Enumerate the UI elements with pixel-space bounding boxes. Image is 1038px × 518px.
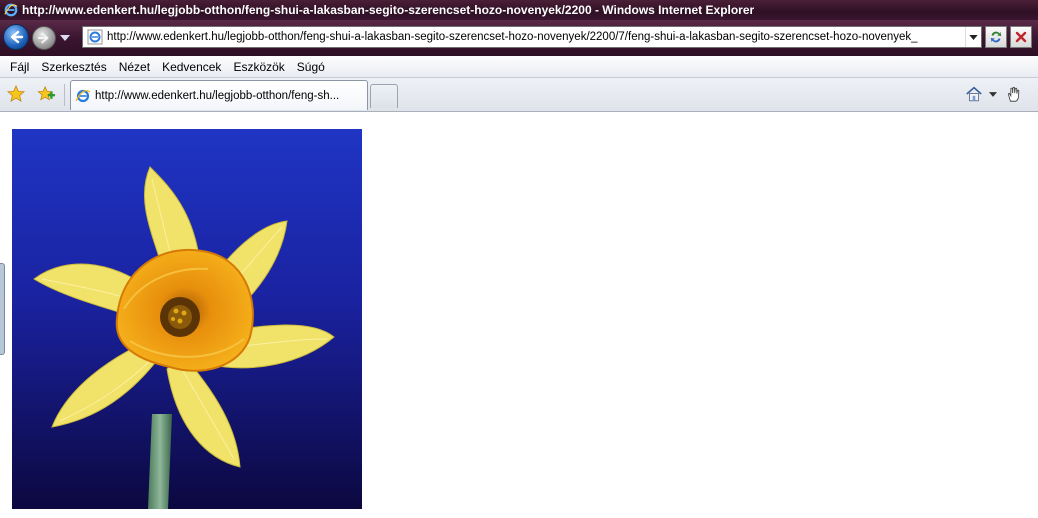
daffodil-photo [12, 129, 362, 509]
page-favicon-icon [87, 29, 103, 45]
menu-help[interactable]: Súgó [291, 60, 331, 74]
menu-file[interactable]: Fájl [4, 60, 35, 74]
ie-page-icon [75, 89, 91, 102]
stop-button[interactable] [1010, 26, 1032, 48]
back-button[interactable] [3, 24, 29, 50]
home-button[interactable] [964, 84, 984, 104]
navigation-bar: http://www.edenkert.hu/legjobb-otthon/fe… [0, 20, 1038, 56]
back-arrow-icon [10, 30, 24, 44]
side-panel-handle[interactable] [0, 263, 5, 355]
home-dropdown[interactable] [988, 88, 998, 100]
refresh-button[interactable] [985, 26, 1007, 48]
ie-logo-icon [4, 3, 18, 17]
menu-tools[interactable]: Eszközök [227, 60, 290, 74]
star-icon [7, 85, 25, 102]
research-button[interactable] [1004, 84, 1024, 104]
window-title: http://www.edenkert.hu/legjobb-otthon/fe… [22, 3, 755, 17]
stop-icon [1015, 31, 1027, 43]
menu-bar: Fájl Szerkesztés Nézet Kedvencek Eszközö… [0, 56, 1038, 78]
chevron-down-icon [60, 35, 70, 41]
title-bar: http://www.edenkert.hu/legjobb-otthon/fe… [0, 0, 1038, 20]
address-bar[interactable]: http://www.edenkert.hu/legjobb-otthon/fe… [82, 26, 982, 48]
chevron-down-icon [989, 91, 997, 97]
address-url[interactable]: http://www.edenkert.hu/legjobb-otthon/fe… [107, 31, 965, 43]
add-favorite-icon [37, 85, 55, 101]
page-content [0, 112, 1038, 518]
new-tab-button[interactable] [370, 84, 398, 108]
tab-label: http://www.edenkert.hu/legjobb-otthon/fe… [95, 89, 340, 102]
menu-favorites[interactable]: Kedvencek [156, 60, 227, 74]
tab-bar: http://www.edenkert.hu/legjobb-otthon/fe… [0, 78, 1038, 112]
refresh-icon [990, 31, 1002, 43]
forward-arrow-icon [37, 32, 49, 44]
add-favorites-button[interactable] [35, 85, 57, 103]
favorites-center-button[interactable] [6, 85, 26, 103]
toolbar-separator [64, 84, 65, 106]
menu-edit[interactable]: Szerkesztés [35, 60, 112, 74]
forward-button[interactable] [32, 26, 56, 50]
tab-active[interactable]: http://www.edenkert.hu/legjobb-otthon/fe… [70, 80, 368, 110]
address-dropdown[interactable] [965, 27, 981, 47]
chevron-down-icon [969, 34, 978, 40]
recent-pages-button[interactable] [59, 32, 71, 44]
menu-view[interactable]: Nézet [113, 60, 156, 74]
hand-icon [1008, 86, 1020, 102]
home-icon [966, 86, 982, 102]
